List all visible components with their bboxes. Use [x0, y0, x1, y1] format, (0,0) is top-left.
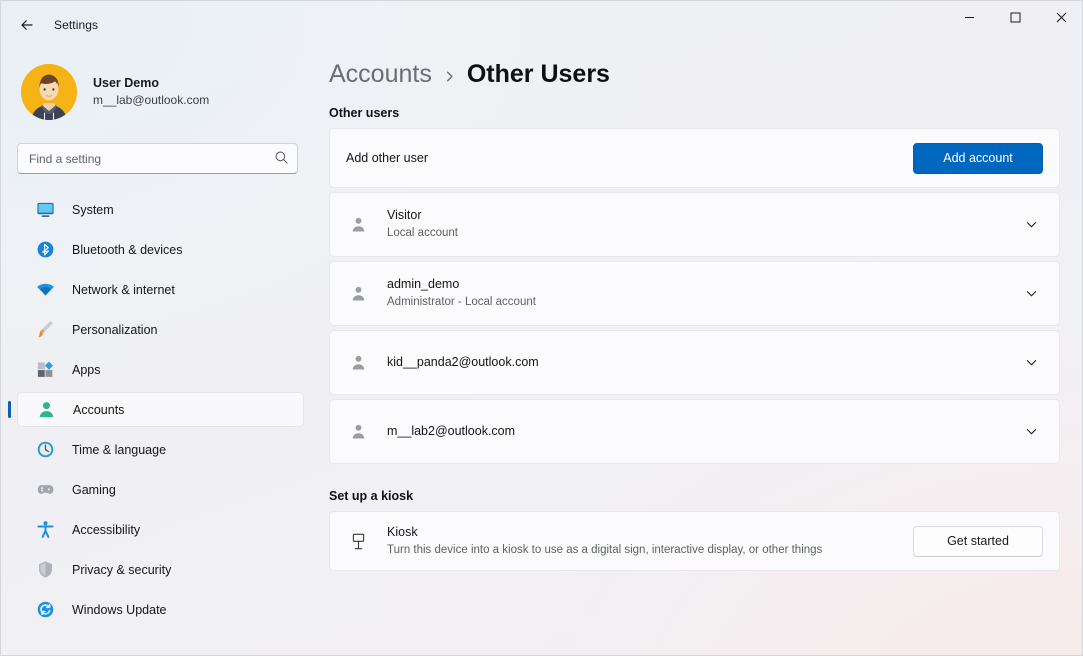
sidebar-item-label: Personalization	[72, 323, 157, 337]
sidebar-item-label: Time & language	[72, 443, 166, 457]
user-row-body: m__lab2@outlook.com	[387, 423, 1019, 440]
paintbrush-icon	[35, 320, 55, 340]
add-other-user-row: Add other user Add account	[329, 128, 1060, 188]
shield-icon	[35, 560, 55, 580]
sidebar-item-privacy-security[interactable]: Privacy & security	[17, 552, 304, 587]
user-row-body: kid__panda2@outlook.com	[387, 354, 1019, 371]
update-icon	[35, 600, 55, 620]
sidebar-item-label: Accounts	[73, 403, 124, 417]
back-button[interactable]	[10, 10, 44, 40]
user-name: kid__panda2@outlook.com	[387, 354, 1019, 371]
kiosk-description: Turn this device into a kiosk to use as …	[387, 543, 913, 559]
search-input[interactable]	[17, 143, 298, 174]
user-row-body: admin_demo Administrator - Local account	[387, 276, 1019, 310]
maximize-button[interactable]	[992, 1, 1038, 33]
section-label-kiosk: Set up a kiosk	[329, 489, 1083, 503]
sidebar-item-label: Bluetooth & devices	[72, 243, 183, 257]
sidebar-item-accounts[interactable]: Accounts	[17, 392, 304, 427]
chevron-down-icon[interactable]	[1019, 218, 1043, 231]
add-other-user-title: Add other user	[346, 150, 913, 167]
person-icon	[36, 400, 56, 420]
minimize-button[interactable]	[946, 1, 992, 33]
chevron-right-icon	[443, 66, 456, 83]
sidebar: User Demo m__lab@outlook.com	[1, 49, 321, 656]
sidebar-item-apps[interactable]: Apps	[17, 352, 304, 387]
chevron-down-icon[interactable]	[1019, 287, 1043, 300]
settings-window: Settings	[0, 0, 1083, 656]
user-name: Visitor	[387, 207, 1019, 224]
section-label-other-users: Other users	[329, 106, 1083, 120]
sidebar-nav: System Bluetooth & devices	[1, 192, 321, 627]
kiosk-icon	[346, 532, 370, 551]
chevron-down-icon[interactable]	[1019, 356, 1043, 369]
sidebar-item-label: Gaming	[72, 483, 116, 497]
person-icon	[346, 354, 370, 371]
bluetooth-icon	[35, 240, 55, 260]
sidebar-item-label: Windows Update	[72, 603, 167, 617]
search-box	[17, 143, 298, 174]
breadcrumb: Accounts Other Users	[329, 60, 1083, 89]
user-row-body: Visitor Local account	[387, 207, 1019, 241]
add-account-button[interactable]: Add account	[913, 143, 1043, 174]
person-icon	[346, 423, 370, 440]
user-row-admin-demo[interactable]: admin_demo Administrator - Local account	[329, 261, 1060, 326]
minimize-icon	[964, 12, 975, 23]
kiosk-title: Kiosk	[387, 524, 913, 541]
profile-name: User Demo	[93, 75, 209, 91]
sidebar-item-personalization[interactable]: Personalization	[17, 312, 304, 347]
monitor-icon	[35, 200, 55, 220]
back-arrow-icon	[19, 17, 35, 33]
sidebar-item-bluetooth-devices[interactable]: Bluetooth & devices	[17, 232, 304, 267]
clock-icon	[35, 440, 55, 460]
user-row-m-lab2[interactable]: m__lab2@outlook.com	[329, 399, 1060, 464]
sidebar-item-label: Network & internet	[72, 283, 175, 297]
person-icon	[346, 216, 370, 233]
apps-icon	[35, 360, 55, 380]
sidebar-item-label: Apps	[72, 363, 101, 377]
maximize-icon	[1010, 12, 1021, 23]
profile-meta: User Demo m__lab@outlook.com	[93, 75, 209, 109]
get-started-button[interactable]: Get started	[913, 526, 1043, 557]
window-title: Settings	[54, 18, 98, 32]
user-name: admin_demo	[387, 276, 1019, 293]
sidebar-item-accessibility[interactable]: Accessibility	[17, 512, 304, 547]
kiosk-body: Kiosk Turn this device into a kiosk to u…	[387, 524, 913, 558]
close-button[interactable]	[1038, 1, 1083, 33]
window-controls	[946, 1, 1083, 49]
kiosk-row: Kiosk Turn this device into a kiosk to u…	[329, 511, 1060, 571]
title-bar: Settings	[1, 1, 1083, 49]
sidebar-item-network-internet[interactable]: Network & internet	[17, 272, 304, 307]
wifi-icon	[35, 280, 55, 300]
user-name: m__lab2@outlook.com	[387, 423, 1019, 440]
chevron-down-icon[interactable]	[1019, 425, 1043, 438]
page-title: Other Users	[467, 60, 610, 89]
person-icon	[346, 285, 370, 302]
accessibility-icon	[35, 520, 55, 540]
close-icon	[1056, 12, 1067, 23]
main-content: Accounts Other Users Other users Add oth…	[321, 49, 1083, 656]
user-row-kid-panda2[interactable]: kid__panda2@outlook.com	[329, 330, 1060, 395]
breadcrumb-parent[interactable]: Accounts	[329, 60, 432, 89]
sidebar-item-label: System	[72, 203, 114, 217]
sidebar-item-label: Privacy & security	[72, 563, 171, 577]
sidebar-item-time-language[interactable]: Time & language	[17, 432, 304, 467]
avatar	[21, 64, 77, 120]
sidebar-item-windows-update[interactable]: Windows Update	[17, 592, 304, 627]
add-other-user-body: Add other user	[346, 150, 913, 167]
sidebar-item-system[interactable]: System	[17, 192, 304, 227]
user-account-type: Local account	[387, 226, 1019, 242]
profile-email: m__lab@outlook.com	[93, 93, 209, 109]
user-account-type: Administrator - Local account	[387, 295, 1019, 311]
gamepad-icon	[35, 480, 55, 500]
user-row-visitor[interactable]: Visitor Local account	[329, 192, 1060, 257]
avatar-illustration-icon	[21, 64, 77, 120]
profile-card[interactable]: User Demo m__lab@outlook.com	[17, 60, 287, 124]
sidebar-item-gaming[interactable]: Gaming	[17, 472, 304, 507]
sidebar-item-label: Accessibility	[72, 523, 140, 537]
